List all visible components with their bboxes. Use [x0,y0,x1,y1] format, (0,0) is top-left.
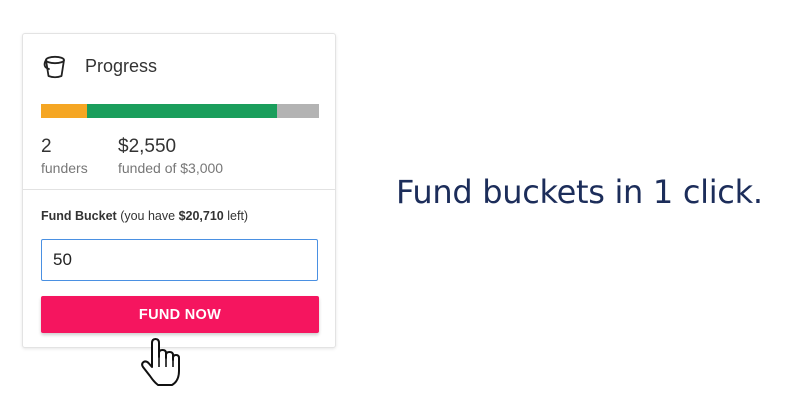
funded-label: funded of $3,000 [118,160,224,176]
fund-bucket-label-pre: (you have [120,209,176,223]
card-header: Progress [41,52,157,80]
hand-pointer-icon [140,338,184,388]
bucket-progress-card: Progress 2 funders $2,550 funded of $3,0… [22,33,336,348]
progress-segment-pending [41,104,88,118]
funders-count: 2 [41,136,52,157]
fund-bucket-label: Fund Bucket (you have $20,710 left) [41,209,248,223]
fund-bucket-label-post: left) [227,209,249,223]
bucket-icon [41,52,69,80]
fund-bucket-label-title: Fund Bucket [41,209,117,223]
progress-segment-remaining [277,104,319,118]
progress-segment-funded [87,104,278,118]
progress-bar [41,104,319,118]
funded-stat: $2,550 funded of $3,000 [118,136,223,177]
funders-stat: 2 funders [41,136,88,177]
funders-label: funders [41,160,88,176]
fund-now-button[interactable]: FUND NOW [41,296,319,333]
balance-amount: $20,710 [178,209,224,223]
fund-amount-input[interactable] [41,239,318,281]
divider [23,189,335,190]
funded-amount: $2,550 [118,136,177,157]
card-title: Progress [85,55,158,76]
tagline: Fund buckets in 1 click. [396,173,763,211]
